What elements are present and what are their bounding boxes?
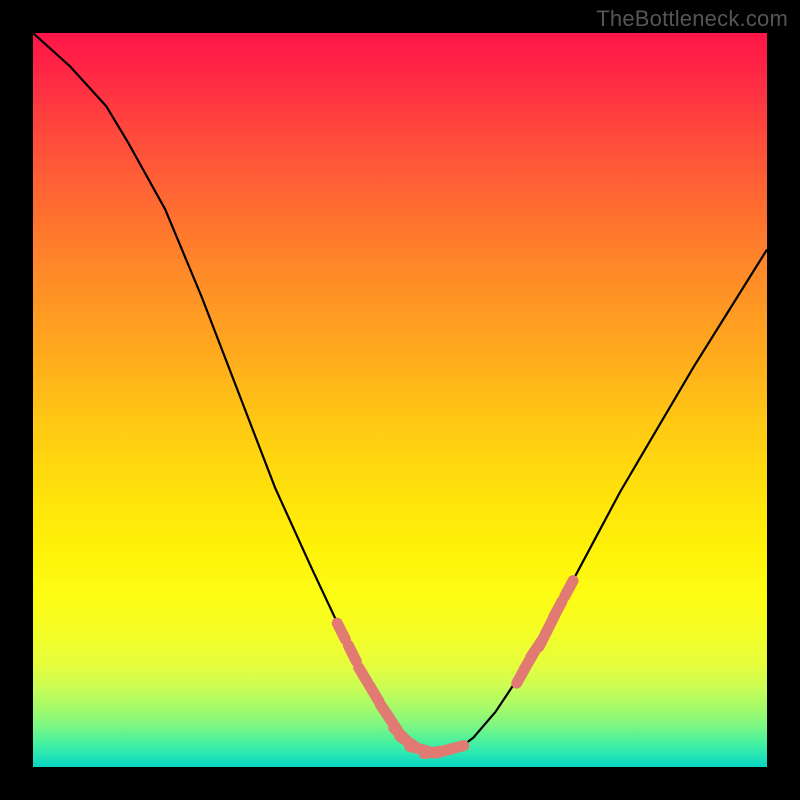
heatmap-gradient <box>33 33 767 767</box>
watermark-text: TheBottleneck.com <box>596 6 788 32</box>
plot-area <box>33 33 767 767</box>
